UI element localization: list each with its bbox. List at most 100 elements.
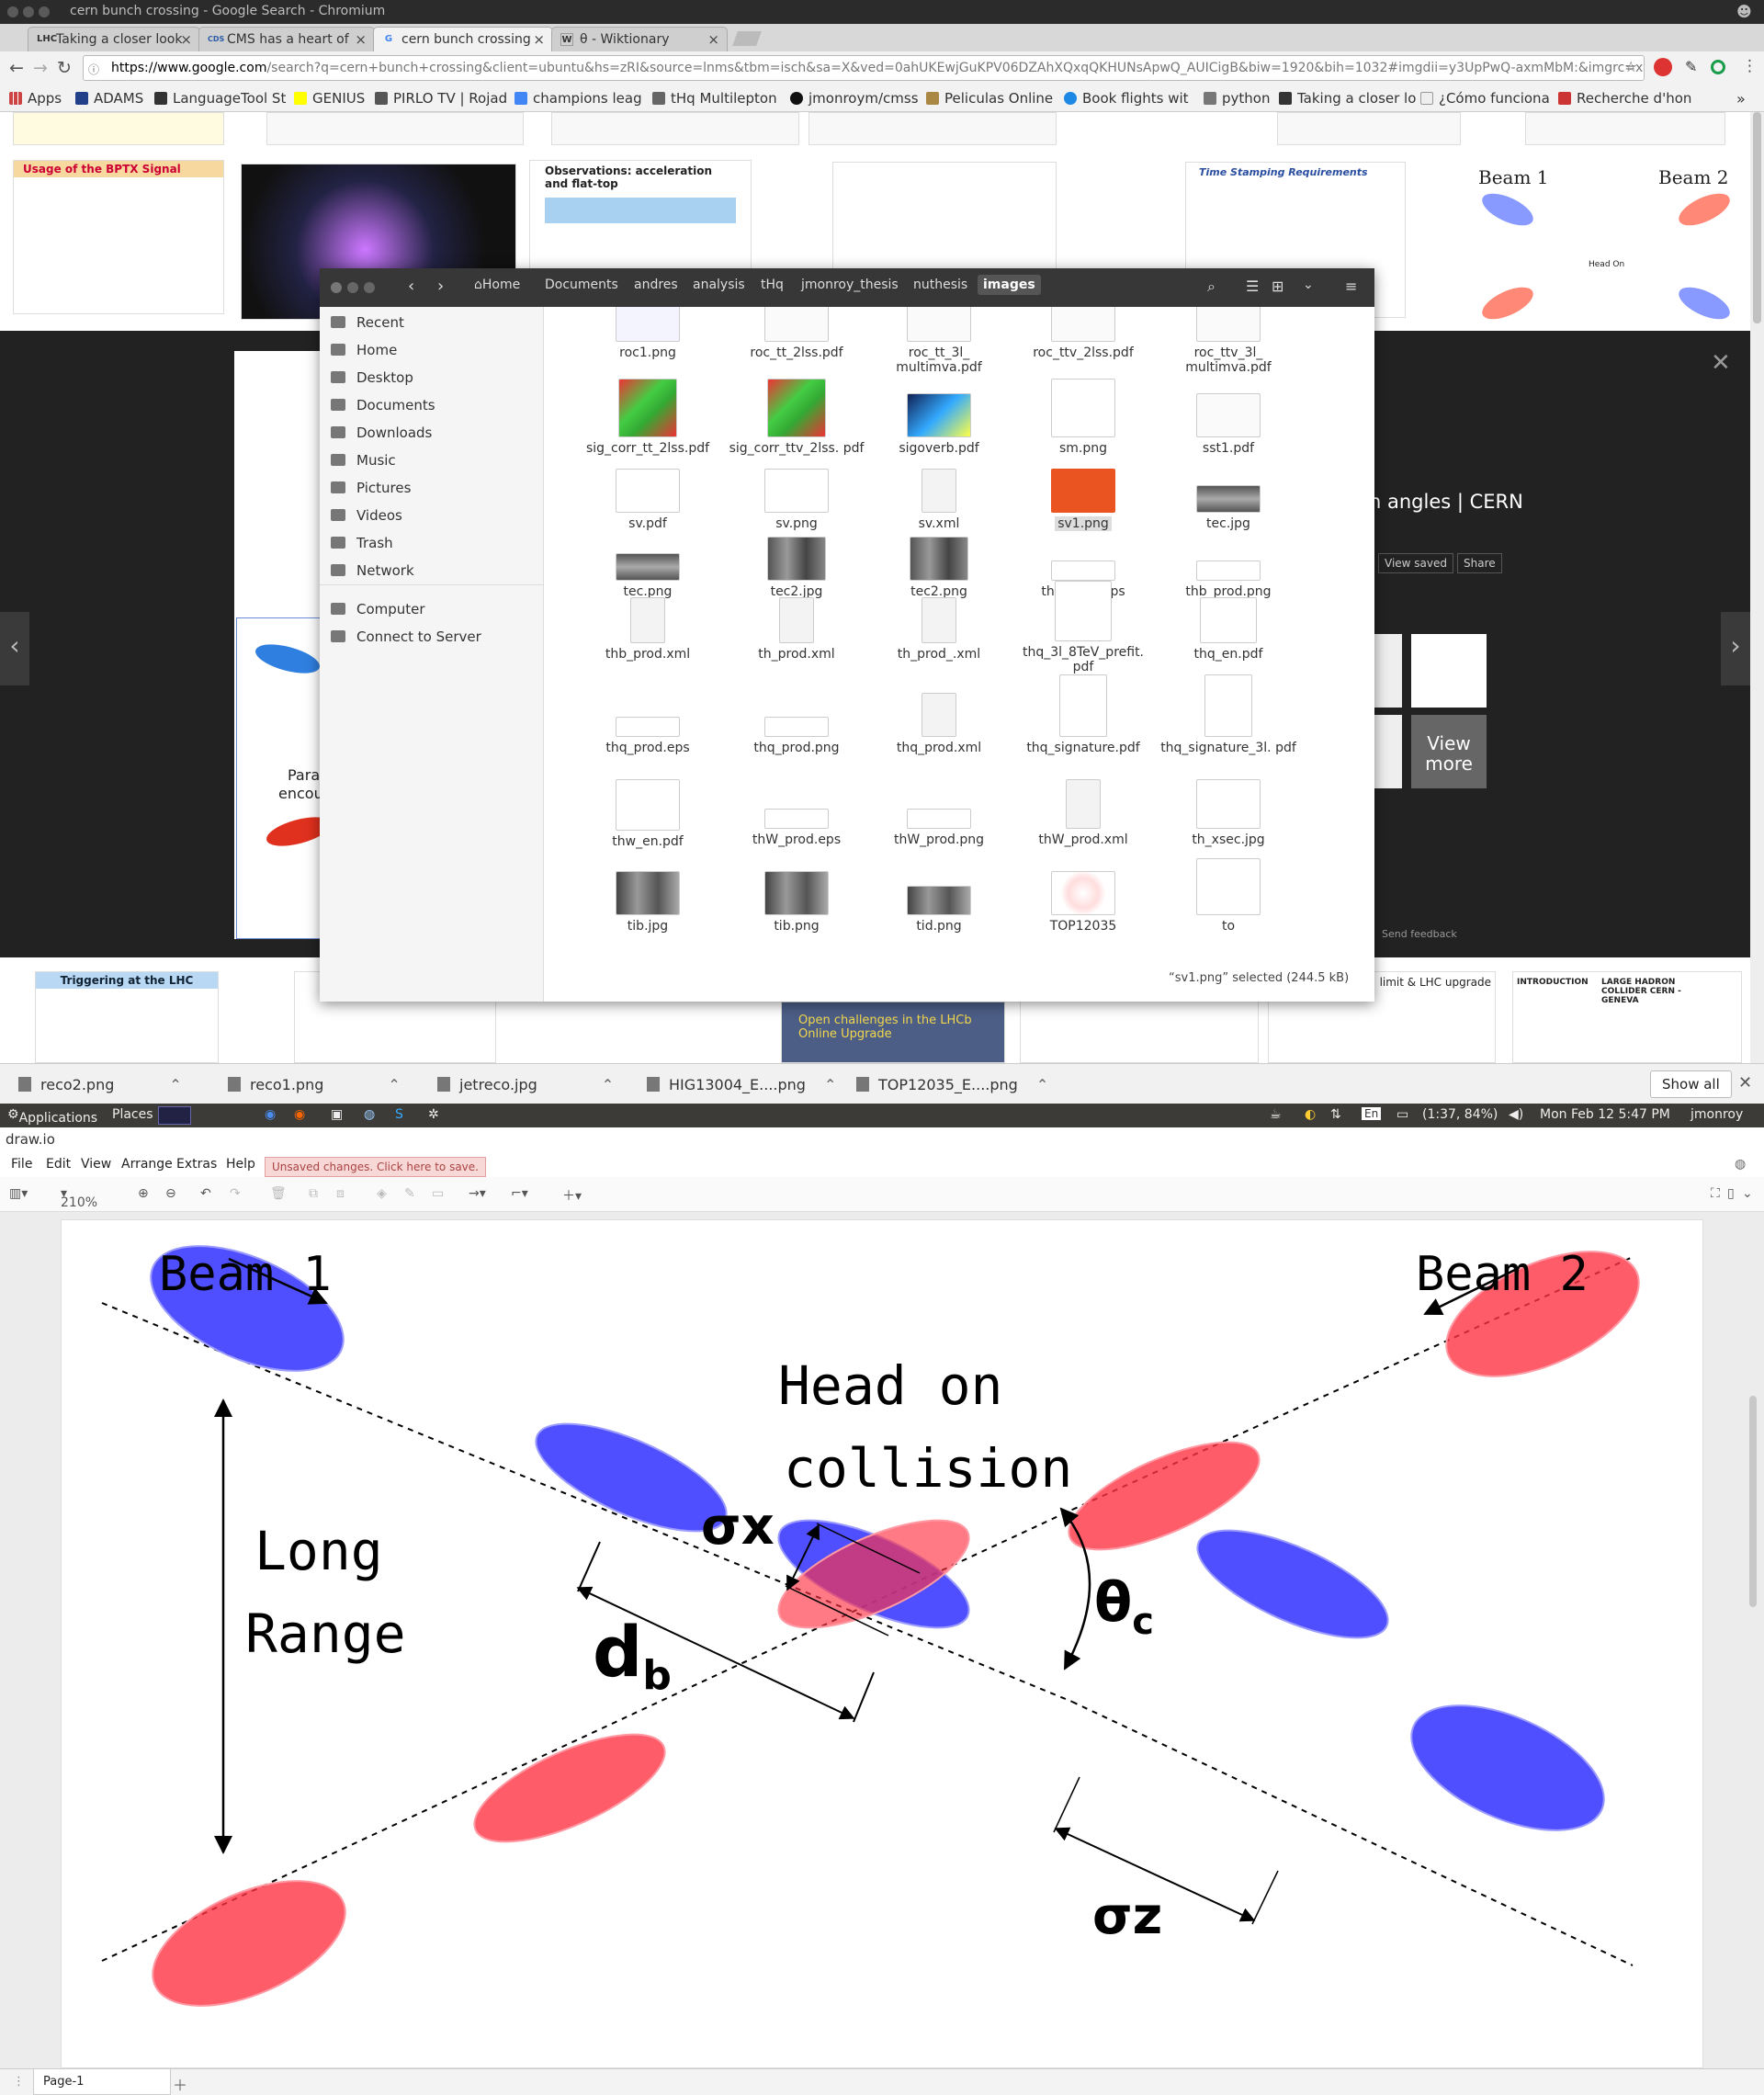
file-item[interactable]: sv.pdf (579, 469, 717, 531)
waypoints-icon[interactable]: ⌐▾ (511, 1186, 528, 1201)
file-item[interactable]: thb_prod.xml (579, 597, 717, 662)
network-icon[interactable]: ⇅ (1330, 1107, 1341, 1122)
profile-icon[interactable]: ☻ (1736, 3, 1752, 20)
sigma-z-label[interactable]: σz (1092, 1886, 1162, 1946)
more-bookmarks-icon[interactable]: » (1736, 90, 1746, 108)
extension-icon[interactable]: ✎ (1685, 58, 1697, 75)
forward-icon[interactable]: › (437, 277, 444, 296)
db-label[interactable]: db (593, 1611, 672, 1699)
file-item[interactable]: thq_signature.pdf (1014, 674, 1152, 755)
file-item[interactable]: sig_corr_tt_2lss.pdf (579, 379, 717, 456)
file-item[interactable]: tec2.jpg (728, 537, 865, 599)
file-item[interactable]: thq_prod.xml (870, 693, 1008, 755)
close-tab-icon[interactable]: × (355, 31, 367, 48)
user-menu[interactable]: jmonroy (1690, 1107, 1743, 1122)
related-thumbnail[interactable] (1411, 634, 1487, 708)
menu-edit[interactable]: Edit (46, 1157, 71, 1172)
close-shelf-icon[interactable]: ✕ (1738, 1073, 1752, 1093)
range-label[interactable]: Range (245, 1602, 406, 1665)
menu-help[interactable]: Help (226, 1157, 255, 1172)
info-icon[interactable]: ⓘ (88, 62, 99, 77)
globe-launcher-icon[interactable]: ◍ (364, 1107, 375, 1122)
long-label[interactable]: Long (254, 1520, 383, 1582)
shadow-icon[interactable]: ▭ (432, 1186, 444, 1201)
minimize-window-icon[interactable] (347, 282, 358, 293)
applications-menu[interactable]: ⚙ Applications (7, 1107, 97, 1126)
system-monitor-icon[interactable] (158, 1106, 191, 1125)
clock[interactable]: Mon Feb 12 5:47 PM (1540, 1107, 1670, 1122)
sidebar-item-trash[interactable]: Trash (331, 535, 393, 551)
sidebar-item-computer[interactable]: Computer (331, 601, 425, 617)
bookmark-peliculas[interactable]: Peliculas Online (926, 90, 1053, 107)
to-back-icon[interactable]: ⧈ (336, 1186, 345, 1201)
new-tab-button[interactable] (732, 31, 762, 46)
send-feedback-link[interactable]: Send feedback (1382, 928, 1457, 940)
file-item[interactable]: th_prod.xml (728, 597, 865, 662)
file-item[interactable]: th_xsec.jpg (1159, 779, 1297, 847)
sidebar-item-recent[interactable]: Recent (331, 314, 404, 331)
next-image-icon[interactable]: › (1721, 612, 1750, 685)
collision-label[interactable]: collision (784, 1437, 1072, 1500)
file-item[interactable]: tib.jpg (579, 871, 717, 934)
adblock-icon[interactable] (1654, 58, 1672, 76)
bookmark-python[interactable]: python (1204, 90, 1270, 107)
result-thumbnail[interactable] (551, 112, 799, 145)
file-item[interactable]: tec.png (579, 537, 717, 599)
url-input[interactable]: https://www.google.com/search?q=cern+bun… (83, 55, 1645, 81)
file-item[interactable]: roc_tt_2lss.pdf (728, 307, 865, 360)
file-item[interactable]: sst1.pdf (1159, 393, 1297, 456)
file-item[interactable]: thw_en.pdf (579, 779, 717, 849)
close-window-icon[interactable] (331, 282, 342, 293)
zoom-dropdown[interactable]: 210% ▾ (61, 1186, 97, 1210)
bookmark-como-funciona[interactable]: ¿Cómo funciona (1420, 90, 1550, 107)
page-scrollbar[interactable] (1750, 112, 1764, 1063)
file-item[interactable]: thb_prod.png (1159, 537, 1297, 599)
file-item[interactable]: roc_tt_3l_ multimva.pdf (870, 307, 1008, 375)
file-item[interactable]: to (1159, 858, 1297, 934)
reload-icon[interactable]: ↻ (57, 58, 72, 78)
bookmark-github[interactable]: jmonroym/cmss (790, 90, 919, 107)
path-analysis[interactable]: analysis (693, 277, 745, 292)
beam2-bunch-exit[interactable] (134, 1855, 363, 2032)
file-item[interactable]: thq_signature_3l. pdf (1159, 674, 1297, 755)
file-item[interactable]: tib.png (728, 871, 865, 934)
menu-icon[interactable]: ⋮ (1742, 57, 1758, 75)
back-icon[interactable]: ← (9, 58, 24, 78)
add-page-icon[interactable]: ＋ (173, 2073, 187, 2095)
bookmark-pirlo[interactable]: PIRLO TV | Rojad (375, 90, 507, 107)
sidebar-item-music[interactable]: Music (331, 452, 396, 469)
theta-c-label[interactable]: θc (1094, 1570, 1154, 1643)
path-home[interactable]: ⌂Home (474, 277, 520, 292)
battery-status[interactable]: (1:37, 84%) (1422, 1107, 1498, 1122)
related-thumbnail[interactable] (1373, 634, 1402, 708)
connection-style-icon[interactable]: →▾ (469, 1186, 486, 1201)
firefox-launcher-icon[interactable]: ◉ (294, 1107, 305, 1122)
result-thumbnail[interactable] (1525, 112, 1725, 145)
list-view-icon[interactable]: ☰ (1246, 277, 1259, 295)
back-icon[interactable]: ‹ (408, 277, 414, 296)
beam1-bunch-exit[interactable] (1393, 1680, 1622, 1856)
show-all-button[interactable]: Show all (1650, 1070, 1732, 1098)
keyboard-layout-indicator[interactable]: En (1362, 1107, 1382, 1120)
tab-cern-bunch-crossing[interactable]: G cern bunch crossing × (373, 27, 553, 51)
bookmark-taking-closer[interactable]: Taking a closer lo (1279, 90, 1416, 107)
bookmark-recherche[interactable]: Recherche d'hon (1558, 90, 1691, 107)
result-thumbnail-beams-selected[interactable]: Beam 1 Beam 2 Head On (1472, 160, 1747, 326)
previous-image-icon[interactable]: ‹ (0, 612, 29, 685)
globe-icon[interactable]: ◍ (1735, 1157, 1746, 1172)
file-item[interactable]: thW_prod.xml (1014, 779, 1152, 847)
menu-icon[interactable]: ≡ (1345, 277, 1357, 295)
file-item[interactable]: thq_3l_8TeV_prefit. pdf (1014, 581, 1152, 674)
file-item[interactable]: thq_prod.eps (579, 693, 717, 755)
download-item[interactable]: TOP12035_E....png ⌃ (856, 1076, 1048, 1093)
redo-icon[interactable]: ↷ (230, 1186, 241, 1201)
format-panel-icon[interactable]: ▯ (1727, 1186, 1735, 1201)
bookmark-star-icon[interactable]: ☆ (1624, 58, 1637, 75)
path-andres[interactable]: andres (634, 277, 678, 292)
coffee-icon[interactable]: ☕ (1270, 1107, 1282, 1122)
file-item[interactable]: thW_prod.eps (728, 809, 865, 847)
view-more-button[interactable]: View more (1411, 715, 1487, 788)
download-item[interactable]: reco2.png ⌃ (18, 1076, 182, 1093)
collapse-icon[interactable]: ⌄ (1742, 1186, 1753, 1201)
battery-icon[interactable]: ▭ (1396, 1107, 1408, 1122)
